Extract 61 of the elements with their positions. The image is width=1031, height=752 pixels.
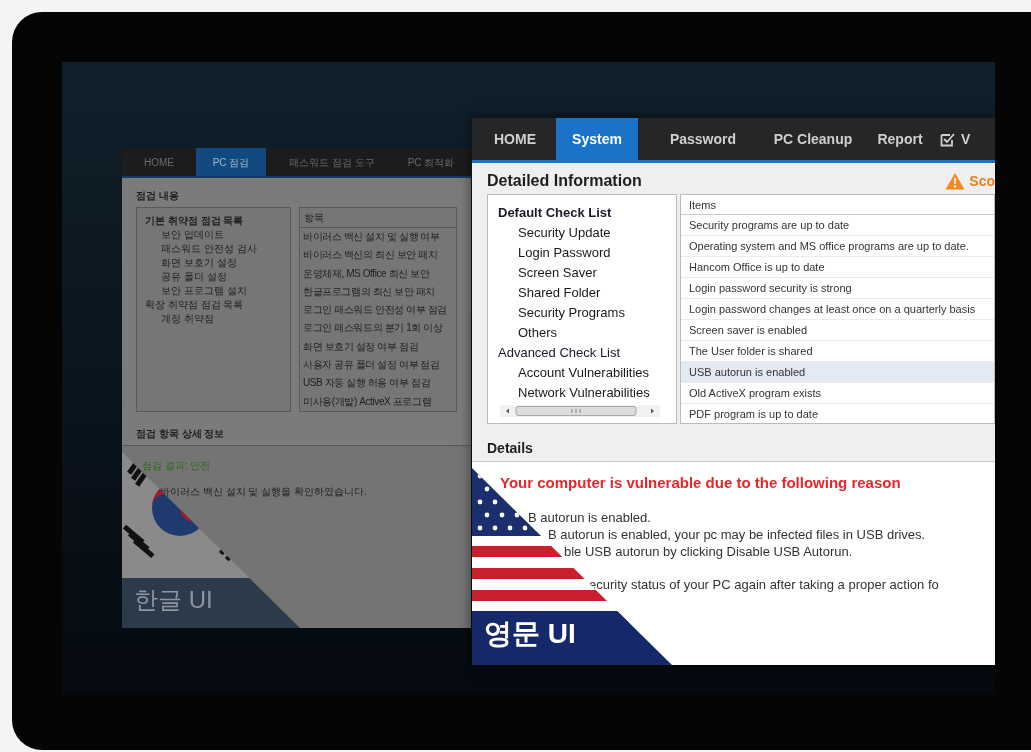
tab[interactable]: PC Cleanup (758, 118, 868, 160)
table-row[interactable]: 바이러스 백신의 최신 보안 패치 (300, 246, 456, 265)
table-row[interactable]: USB autorun is enabled (681, 362, 994, 383)
tree-item[interactable]: Security Programs (518, 303, 625, 323)
table-row[interactable]: 한글프로그램의 최신 보안 패치 (300, 282, 456, 302)
table-row[interactable]: 미사용(개발) ActiveX 프로그램 (300, 392, 456, 411)
table-row[interactable]: Screen saver is enabled (681, 320, 994, 341)
section-title: Details (487, 439, 533, 458)
table-row[interactable]: USB 자동 실행 허용 여부 점검 (300, 374, 456, 393)
tree-item[interactable]: Shared Folder (518, 283, 601, 303)
column-header: Items (681, 195, 994, 215)
details-text: ble USB autorun by clicking Disable USB Autorun. (564, 542, 853, 560)
alert-text: Your computer is vulnerable due to the following reason (500, 473, 901, 493)
horizontal-scrollbar[interactable] (500, 405, 660, 417)
section-title: 점검 내용 (136, 189, 179, 203)
table-row[interactable]: 로그인 패스워드 안전성 여부 점검 (300, 301, 456, 320)
tab[interactable]: System (556, 118, 638, 160)
language-label: 한글 UI (134, 585, 213, 615)
table-row[interactable]: 운영체제, MS Office 최신 보안 (300, 264, 456, 283)
checkbox-icon (940, 131, 955, 147)
table-row[interactable]: PDF program is up to date (681, 404, 994, 423)
score-label: Sco (969, 171, 995, 191)
result-text: 점검 결과: 안전 (142, 459, 211, 473)
tree-item[interactable]: 보안 업데이트 (161, 228, 224, 242)
table-row[interactable]: 화면 보호기 설정 여부 점검 (300, 337, 456, 357)
tree-item[interactable]: Security Update (518, 223, 611, 243)
tree-item[interactable]: Default Check List (498, 203, 612, 223)
tree-item[interactable]: 확장 취약점 점검 목록 (145, 298, 244, 312)
column-header: 항목 (300, 208, 456, 228)
table-row[interactable]: Hancom Office is up to date (681, 257, 994, 278)
warning-icon (945, 172, 966, 190)
table-row[interactable]: 바이러스 백신 설치 및 실행 여부 (300, 228, 456, 247)
table-row[interactable]: Security programs are up to date (681, 215, 994, 236)
table-row[interactable]: Login password security is strong (681, 278, 994, 299)
table-row[interactable]: Login password changes at least once on a quarterly basis (681, 299, 994, 320)
tab[interactable]: V (940, 118, 980, 160)
tree-item[interactable]: Others (518, 323, 557, 343)
tree-item[interactable]: 기본 취약점 점검 목록 (145, 214, 244, 228)
table-row[interactable]: Operating system and MS office programs are up to date. (681, 236, 994, 257)
tab[interactable]: PC 점검 (196, 148, 266, 176)
tree-item[interactable]: 보안 프로그램 설치 (161, 284, 247, 298)
table-row[interactable]: 로그인 패스워드의 분기 1회 이상 (300, 319, 456, 338)
details-text: B autorun is enabled, your pc may be infected files in USB drives. (548, 525, 926, 543)
tab[interactable]: HOME (478, 118, 552, 160)
tree-item[interactable]: Login Password (518, 243, 611, 263)
section-title: 점검 항목 상세 정보 (136, 427, 225, 441)
tree-item[interactable]: Account Vulnerabilities (518, 363, 650, 383)
table-row[interactable]: 사용자 공유 폴더 설정 여부 점검 (300, 356, 456, 375)
section-title: Detailed Information (487, 171, 642, 191)
tree-item[interactable]: Advanced Check List (498, 343, 621, 363)
tree-item[interactable]: 화면 보호기 설정 (161, 256, 237, 270)
tree-item[interactable]: 패스워드 안전성 검사 (161, 242, 257, 256)
tree-item[interactable]: 공유 폴더 설정 (161, 270, 227, 284)
tree-item[interactable]: Screen Saver (518, 263, 597, 283)
tab[interactable]: Password (648, 118, 758, 160)
tab[interactable]: Report (868, 118, 932, 160)
tree-item[interactable]: Network Vulnerabilities (518, 383, 650, 403)
language-label: 영문 UI (484, 617, 576, 651)
table-row[interactable]: Old ActiveX program exists (681, 383, 994, 404)
details-text: B autorun is enabled. (528, 508, 651, 526)
tree-item[interactable]: 계정 취약점 (161, 312, 214, 326)
